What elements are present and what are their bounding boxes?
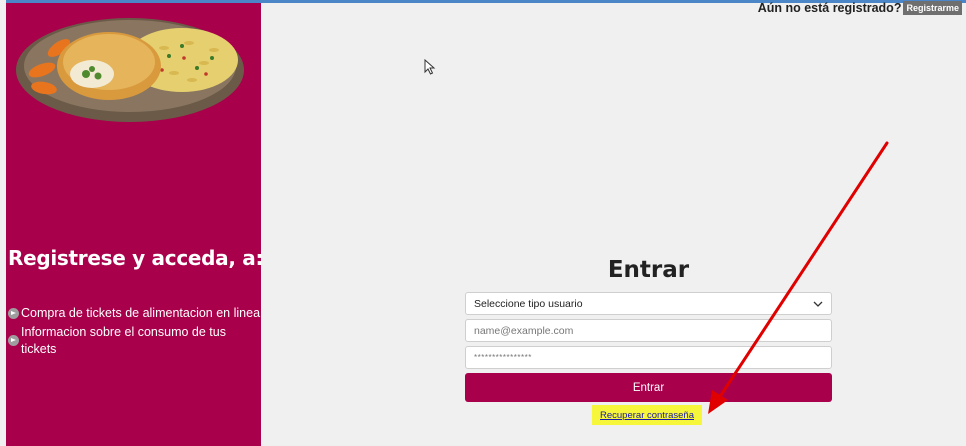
red-arrow-annotation [708,141,889,414]
